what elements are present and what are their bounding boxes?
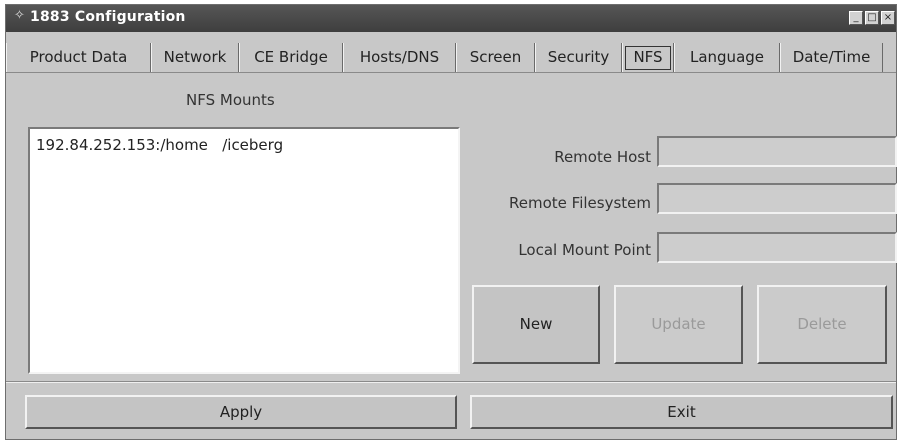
local-mount-point-label: Local Mount Point bbox=[518, 241, 651, 259]
list-item[interactable]: 192.84.252.153:/home /iceberg bbox=[36, 136, 283, 154]
config-window: ✧ 1883 Configuration _ □ × Product Data … bbox=[5, 4, 897, 440]
window-menu-icon[interactable]: ✧ bbox=[14, 8, 25, 23]
footer-divider-highlight bbox=[6, 382, 896, 383]
new-button[interactable]: New bbox=[472, 285, 600, 364]
remote-host-field[interactable] bbox=[657, 136, 897, 167]
window-title: 1883 Configuration bbox=[30, 9, 186, 25]
nfs-mounts-list[interactable]: 192.84.252.153:/home /iceberg bbox=[28, 127, 460, 374]
tab-nfs[interactable]: NFS bbox=[622, 43, 674, 73]
tab-product-data[interactable]: Product Data bbox=[6, 43, 151, 73]
minimize-icon[interactable]: _ bbox=[849, 11, 863, 25]
tab-hosts-dns[interactable]: Hosts/DNS bbox=[343, 43, 456, 73]
maximize-icon[interactable]: □ bbox=[865, 11, 879, 25]
exit-button[interactable]: Exit bbox=[470, 395, 893, 429]
tab-date-time[interactable]: Date/Time bbox=[780, 43, 883, 73]
remote-filesystem-field[interactable] bbox=[657, 183, 897, 214]
tab-divider bbox=[6, 72, 896, 73]
tab-language[interactable]: Language bbox=[674, 43, 780, 73]
local-mount-point-field[interactable] bbox=[657, 232, 897, 263]
close-icon[interactable]: × bbox=[881, 11, 895, 25]
tab-screen[interactable]: Screen bbox=[456, 43, 535, 73]
delete-button[interactable]: Delete bbox=[757, 285, 887, 364]
remote-filesystem-label: Remote Filesystem bbox=[509, 194, 651, 212]
tab-security[interactable]: Security bbox=[535, 43, 622, 73]
section-title: NFS Mounts bbox=[186, 91, 275, 109]
tab-ce-bridge[interactable]: CE Bridge bbox=[239, 43, 343, 73]
remote-host-label: Remote Host bbox=[554, 148, 651, 166]
title-bar[interactable]: ✧ 1883 Configuration _ □ × bbox=[6, 5, 896, 32]
tab-network[interactable]: Network bbox=[151, 43, 239, 73]
update-button[interactable]: Update bbox=[614, 285, 743, 364]
apply-button[interactable]: Apply bbox=[25, 395, 457, 429]
